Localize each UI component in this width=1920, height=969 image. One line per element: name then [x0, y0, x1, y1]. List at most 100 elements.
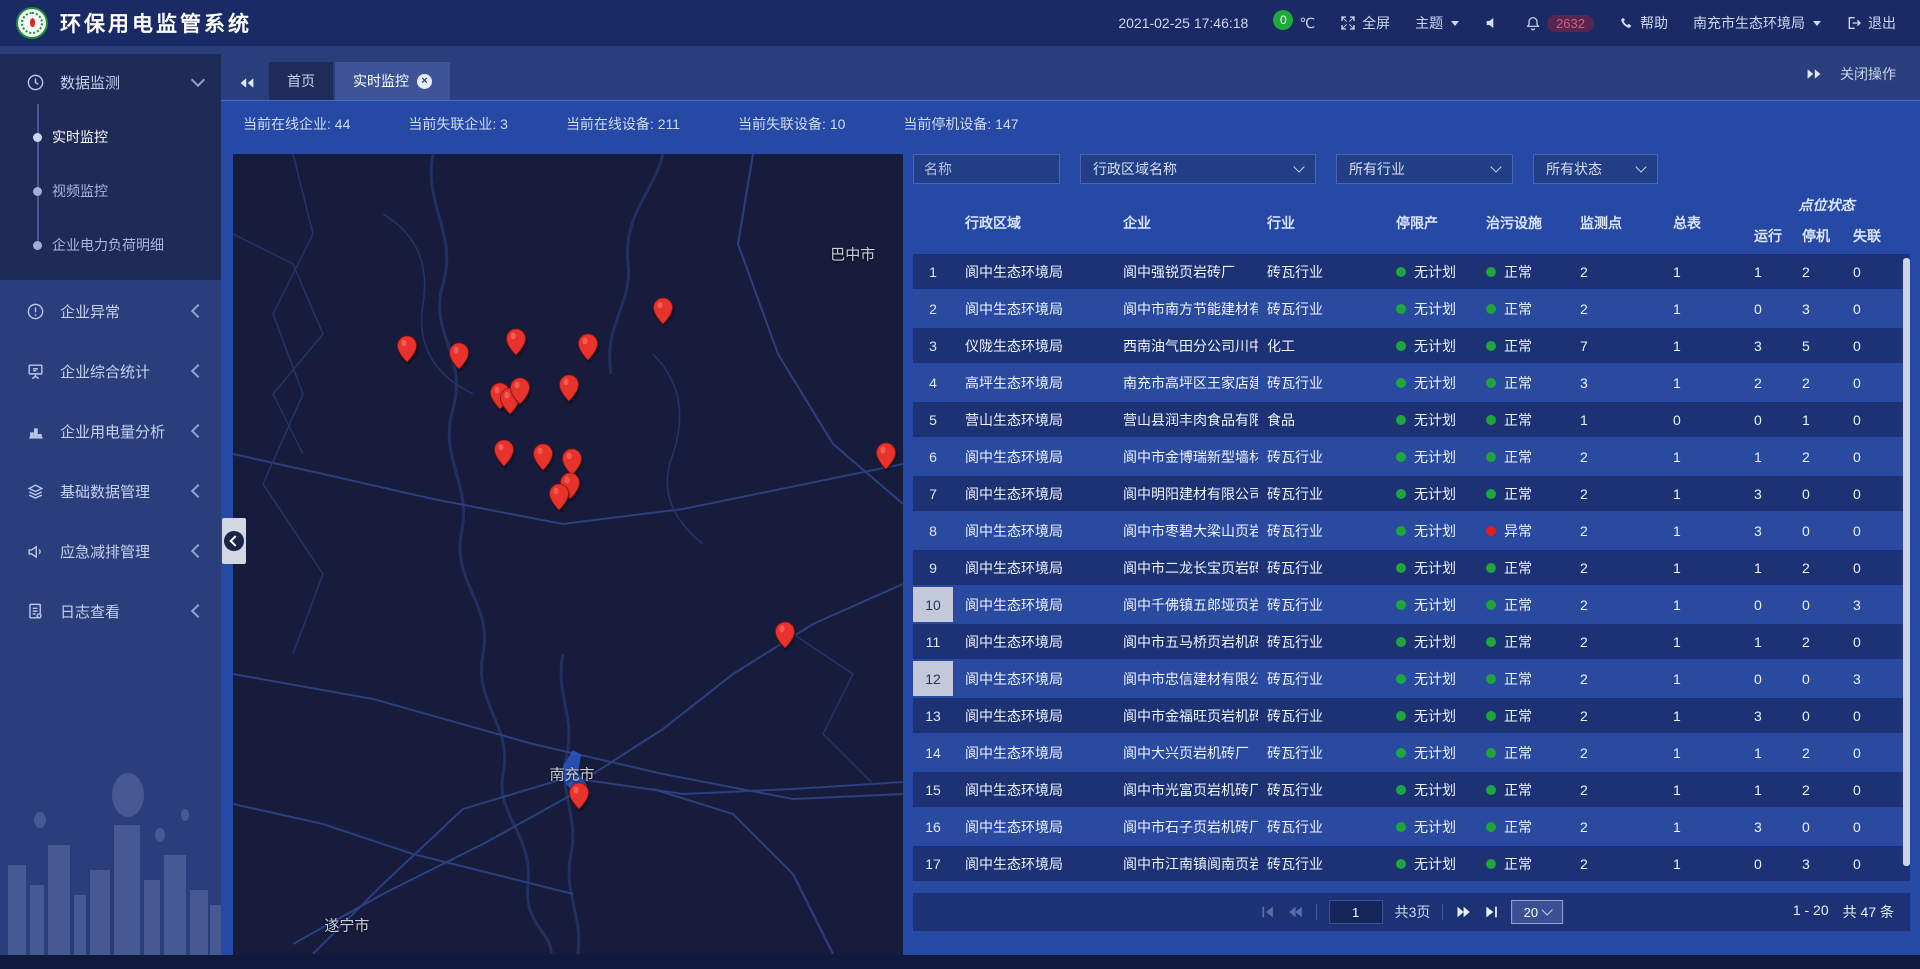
page-number-input[interactable] [1329, 900, 1383, 924]
map-pin[interactable] [875, 442, 896, 470]
cell-run: 3 [1743, 809, 1789, 844]
fullscreen-button[interactable]: 全屏 [1340, 13, 1390, 33]
status-dot-green [1396, 341, 1406, 351]
cell-run: 0 [1743, 587, 1789, 622]
table-row[interactable]: 7阆中生态环境局阆中明阳建材有限公司砖瓦行业无计划正常21300 [913, 476, 1910, 511]
mute-button[interactable] [1484, 15, 1500, 31]
last-page-button[interactable] [1484, 905, 1499, 919]
table-row[interactable]: 2阆中生态环境局阆中市南方节能建材有砖瓦行业无计划正常21030 [913, 291, 1910, 326]
cell-stop: 0 [1789, 587, 1839, 622]
help-label: 帮助 [1640, 13, 1668, 33]
map-pin[interactable] [505, 328, 526, 356]
cell-region: 阆中生态环境局 [953, 809, 1108, 844]
table-row[interactable]: 15阆中生态环境局阆中市光富页岩机砖厂砖瓦行业无计划正常21120 [913, 772, 1910, 807]
map-pin[interactable] [568, 782, 589, 810]
next-page-button[interactable] [1455, 905, 1472, 919]
map-pin[interactable] [509, 377, 530, 405]
notifications-button[interactable]: 2632 [1525, 15, 1594, 32]
map-pin[interactable] [397, 335, 418, 363]
cell-stop: 0 [1789, 661, 1839, 696]
theme-menu-button[interactable]: 主题 [1415, 13, 1459, 33]
map-pin[interactable] [558, 374, 579, 402]
sidebar-group-header[interactable]: 企业综合统计 [0, 342, 221, 400]
table-row[interactable]: 9阆中生态环境局阆中市二龙长宝页岩砖砖瓦行业无计划正常21120 [913, 550, 1910, 585]
close-icon[interactable]: × [417, 74, 432, 89]
map-collapse-button[interactable] [222, 518, 246, 564]
cell-index: 18 [913, 883, 953, 891]
help-button[interactable]: 帮助 [1619, 13, 1668, 33]
sidebar-subitem[interactable]: 视频监控 [0, 164, 221, 218]
table-row[interactable]: 6阆中生态环境局阆中市金博瑞新型墙材砖瓦行业无计划正常21120 [913, 439, 1910, 474]
table-row[interactable]: 16阆中生态环境局阆中市石子页岩机砖厂砖瓦行业无计划正常21300 [913, 809, 1910, 844]
cell-stop: 3 [1789, 291, 1839, 326]
map-pin[interactable] [653, 297, 674, 325]
cell-points: 2 [1568, 476, 1658, 511]
table-row[interactable]: 4高坪生态环境局南充市高坪区王家店建砖瓦行业无计划正常31220 [913, 365, 1910, 400]
industry-filter-select[interactable]: 所有行业 [1336, 154, 1513, 184]
table-row[interactable]: 12阆中生态环境局阆中市忠信建材有限公砖瓦行业无计划正常21003 [913, 661, 1910, 696]
cell-industry: 建材加工 [1258, 883, 1383, 891]
first-page-button[interactable] [1260, 905, 1275, 919]
cell-stop: 2 [1789, 735, 1839, 770]
sidebar-subitem[interactable]: 企业电力负荷明细 [0, 218, 221, 272]
cell-facility-status: 正常 [1473, 254, 1568, 289]
previous-page-button[interactable] [1287, 905, 1304, 919]
speaker-icon [1484, 15, 1500, 31]
sidebar-group-header[interactable]: 数据监测 [0, 54, 221, 110]
cell-limit-status: 无计划 [1383, 476, 1473, 511]
logout-button[interactable]: 退出 [1846, 13, 1896, 33]
cell-facility-status: 正常 [1473, 402, 1568, 437]
table-row[interactable]: 11阆中生态环境局阆中市五马桥页岩机砖砖瓦行业无计划正常21120 [913, 624, 1910, 659]
cell-meters: 0 [1658, 883, 1743, 891]
sidebar-subitem[interactable]: 实时监控 [0, 110, 221, 164]
close-operations-button[interactable]: 关闭操作 [1840, 64, 1896, 84]
sidebar-group-header[interactable]: 企业用电量分析 [0, 402, 221, 460]
name-filter-input[interactable] [913, 154, 1060, 184]
map-pin[interactable] [578, 333, 599, 361]
board-icon [26, 362, 48, 381]
table-row[interactable]: 18南部生态环境局南部县砌兴水泥有限公建材加工无计划正常50050 [913, 883, 1910, 891]
table-row[interactable]: 3仪陇生态环境局西南油气田分公司川中化工无计划正常71350 [913, 328, 1910, 363]
table-row[interactable]: 5营山生态环境局营山县润丰肉食品有限食品无计划正常10010 [913, 402, 1910, 437]
org-menu-button[interactable]: 南充市生态环境局 [1693, 13, 1821, 33]
status-dot-green [1396, 415, 1406, 425]
cell-run: 3 [1743, 476, 1789, 511]
map-pin[interactable] [533, 443, 554, 471]
cell-points: 2 [1568, 735, 1658, 770]
map-panel[interactable]: 巴中市南充市遂宁市 [233, 154, 903, 955]
map-pin[interactable] [493, 439, 514, 467]
cell-region: 阆中生态环境局 [953, 550, 1108, 585]
sidebar-group-header[interactable]: 企业异常 [0, 282, 221, 340]
app-title: 环保用电监管系统 [60, 8, 252, 38]
region-filter-select[interactable]: 行政区域名称 [1080, 154, 1316, 184]
sidebar-group-header[interactable]: 应急减排管理 [0, 522, 221, 580]
table-row[interactable]: 1阆中生态环境局阆中强锐页岩砖厂砖瓦行业无计划正常21120 [913, 254, 1910, 289]
table-row[interactable]: 13阆中生态环境局阆中市金福旺页岩机砖砖瓦行业无计划正常21300 [913, 698, 1910, 733]
region-filter-value: 行政区域名称 [1093, 159, 1177, 179]
sidebar-group-header[interactable]: 基础数据管理 [0, 462, 221, 520]
tabs-scroll-right-button[interactable] [1806, 67, 1822, 81]
map-pin[interactable] [548, 483, 569, 511]
table-row[interactable]: 8阆中生态环境局阆中市枣碧大梁山页岩砖瓦行业无计划异常21300 [913, 513, 1910, 548]
map-pin[interactable] [449, 342, 470, 370]
table-row[interactable]: 10阆中生态环境局阆中千佛镇五郎垭页岩砖瓦行业无计划正常21003 [913, 587, 1910, 622]
status-filter-select[interactable]: 所有状态 [1533, 154, 1658, 184]
table-scrollbar[interactable] [1903, 258, 1910, 866]
sidebar: 数据监测实时监控视频监控企业电力负荷明细企业异常企业综合统计企业用电量分析基础数… [0, 46, 221, 955]
map-pin[interactable] [775, 621, 796, 649]
cell-industry: 砖瓦行业 [1258, 513, 1383, 548]
page-size-select[interactable]: 20 [1511, 900, 1563, 924]
fullscreen-label: 全屏 [1362, 13, 1390, 33]
cell-lost: 3 [1839, 661, 1910, 696]
status-dot-green [1396, 267, 1406, 277]
sidebar-group-header[interactable]: 日志查看 [0, 582, 221, 640]
tabs-scroll-left-button[interactable] [239, 76, 255, 90]
cell-facility-status: 正常 [1473, 883, 1568, 891]
table-row[interactable]: 14阆中生态环境局阆中大兴页岩机砖厂砖瓦行业无计划正常21120 [913, 735, 1910, 770]
cell-index: 10 [913, 587, 953, 622]
tab-实时监控[interactable]: 实时监控× [335, 62, 450, 100]
cell-region: 阆中生态环境局 [953, 846, 1108, 881]
chevron-left-icon [191, 364, 205, 378]
table-row[interactable]: 17阆中生态环境局阆中市江南镇阆南页岩砖瓦行业无计划正常21030 [913, 846, 1910, 881]
tab-首页[interactable]: 首页 [269, 62, 333, 100]
